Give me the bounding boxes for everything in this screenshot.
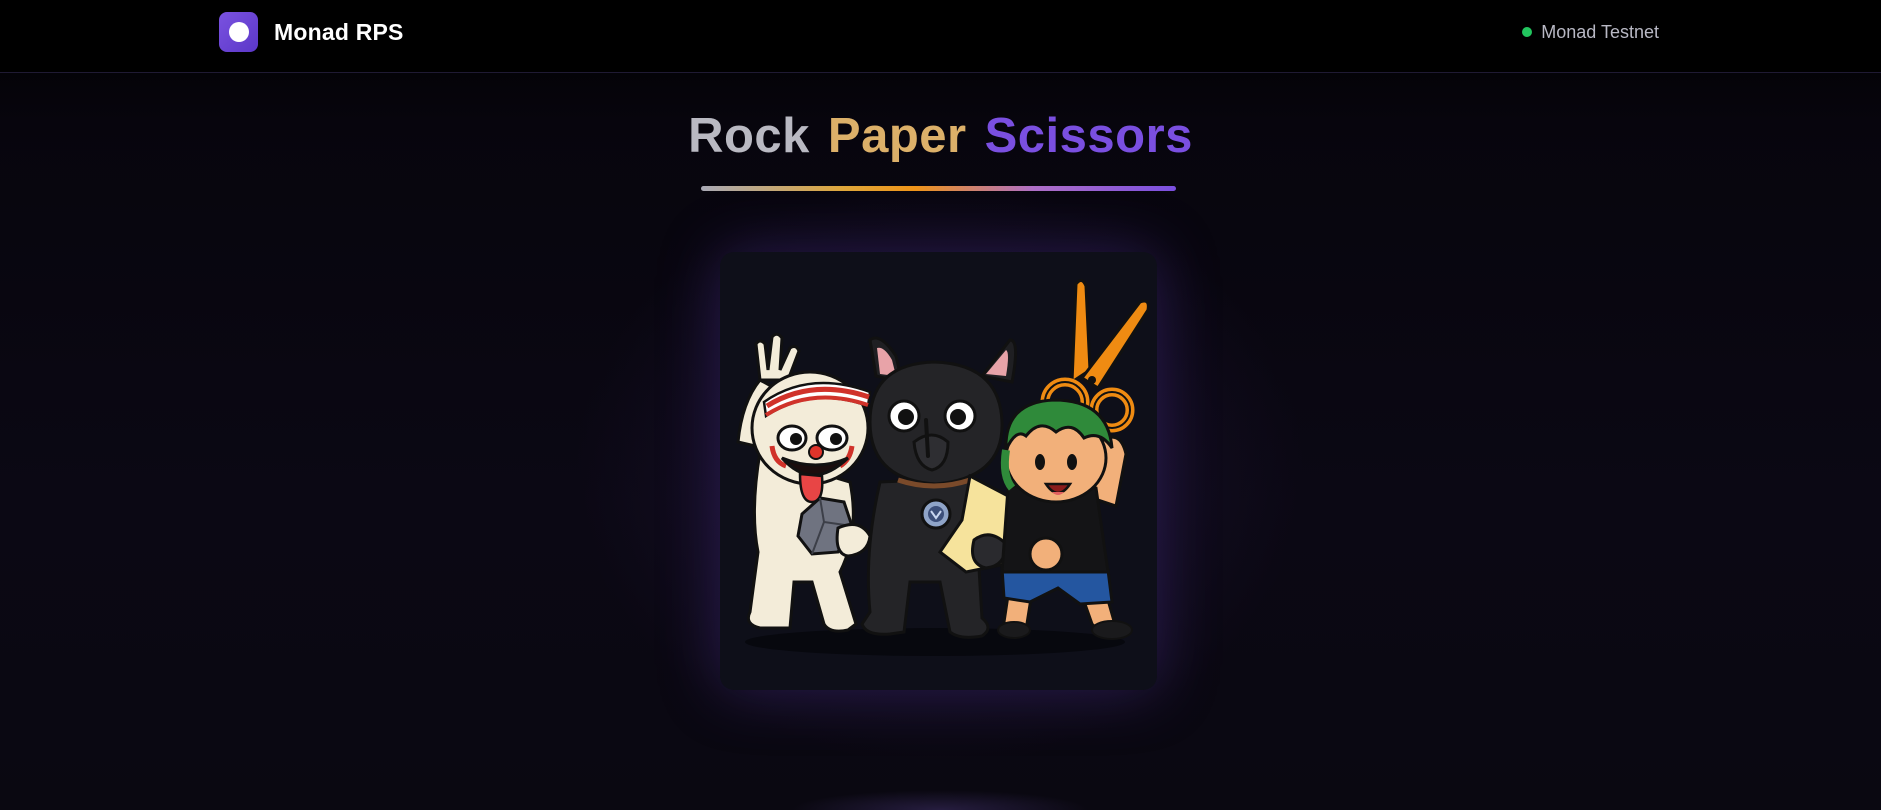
title-word-scissors: Scissors xyxy=(984,109,1193,163)
brand[interactable]: Monad RPS xyxy=(219,12,404,52)
rock-paper-scissors-characters-illustration xyxy=(736,279,1150,656)
logo-dot xyxy=(228,22,249,42)
network-status-dot xyxy=(1522,27,1533,37)
brand-name: Monad RPS xyxy=(274,18,404,45)
title-underline xyxy=(701,186,1176,191)
top-navbar: Monad RPS Monad Testnet xyxy=(0,0,1881,73)
page: Monad RPS Monad Testnet Rock Paper Scissor… xyxy=(0,0,1881,810)
hero-image-card xyxy=(720,252,1157,690)
title-word-paper: Paper xyxy=(827,109,967,163)
paper-character xyxy=(860,336,1017,639)
rock-character xyxy=(736,332,872,633)
network-indicator: Monad Testnet xyxy=(1522,20,1659,44)
page-title-wrap: Rock Paper Scissors xyxy=(0,108,1881,164)
scissors-character xyxy=(997,279,1150,640)
page-title: Rock Paper Scissors xyxy=(688,108,1193,164)
title-word-rock: Rock xyxy=(688,109,810,163)
monad-logo-icon xyxy=(219,12,258,52)
network-label: Monad Testnet xyxy=(1541,21,1659,42)
bottom-glow xyxy=(790,790,1090,810)
